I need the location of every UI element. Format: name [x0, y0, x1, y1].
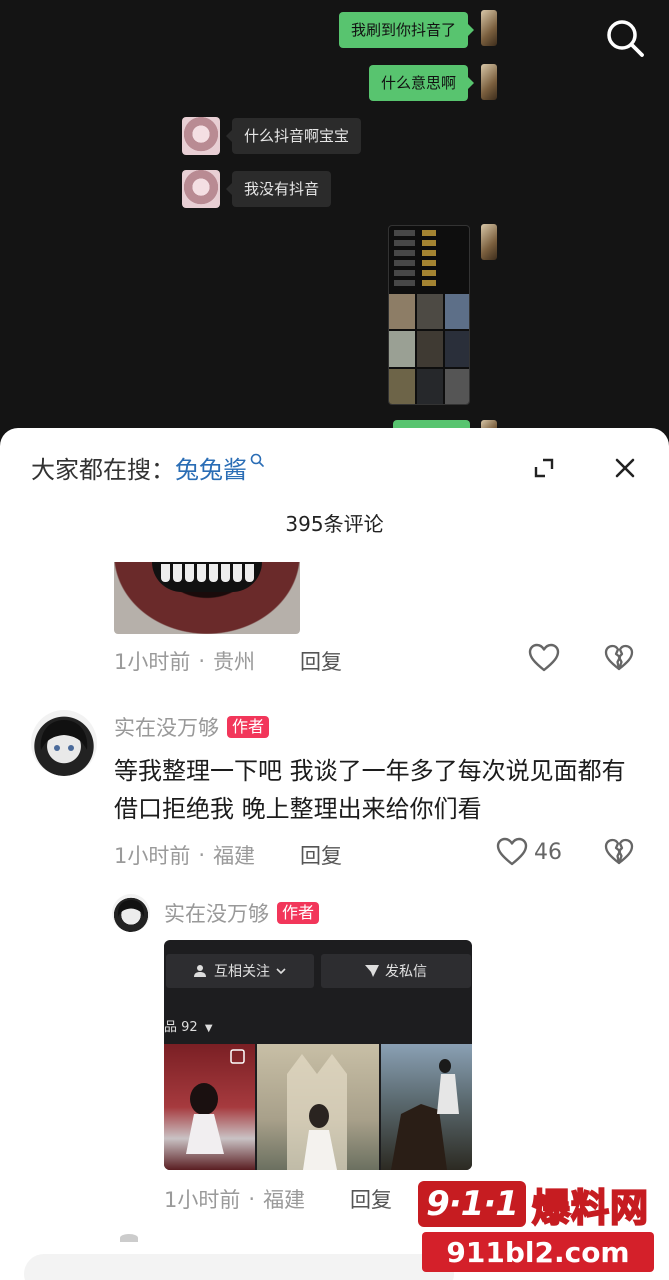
work-thumbnail	[381, 1044, 472, 1170]
chat-message-out[interactable]: 我刷到你抖音了	[338, 12, 475, 48]
user-icon	[194, 965, 206, 977]
comment-location: 福建	[213, 844, 256, 868]
dislike-button[interactable]	[604, 644, 634, 676]
chat-background: 我刷到你抖音了 什么意思啊 什么抖音啊宝宝 我没有抖音	[0, 0, 669, 440]
my-avatar[interactable]	[481, 10, 497, 46]
contact-avatar[interactable]	[182, 170, 220, 208]
heart-icon	[496, 837, 528, 866]
work-thumbnail	[257, 1044, 379, 1170]
comment-time: 1小时前	[114, 650, 191, 674]
mutual-follow-label: 互相关注	[214, 964, 270, 980]
trending-search-prefix: 大家都在搜：	[31, 455, 175, 484]
expand-icon	[534, 458, 554, 478]
trending-search-keyword[interactable]: 兔兔酱	[175, 450, 247, 485]
work-thumbnail	[164, 1044, 255, 1170]
like-button[interactable]	[528, 643, 560, 673]
my-avatar[interactable]	[481, 64, 497, 100]
comment-time: 1小时前	[164, 1188, 241, 1212]
like-button[interactable]: 46	[496, 837, 562, 867]
author-badge: 作者	[227, 716, 270, 738]
reply-author[interactable]: 实在没万够 作者	[164, 898, 320, 928]
watermark-title: 爆料网	[531, 1185, 650, 1231]
works-label: 品 92	[164, 1020, 198, 1035]
avatar[interactable]	[31, 710, 97, 776]
avatar-image	[40, 720, 88, 751]
comment-meta: 1小时前 · 贵州	[114, 646, 255, 676]
close-button[interactable]	[611, 454, 639, 482]
meta-separator: ·	[198, 649, 206, 673]
like-count: 46	[534, 839, 562, 865]
comment-meta: 1小时前 · 福建	[164, 1184, 305, 1214]
my-avatar[interactable]	[481, 224, 497, 260]
send-icon	[365, 965, 379, 977]
avatar[interactable]	[112, 894, 150, 932]
chat-image-message[interactable]	[388, 225, 470, 405]
chat-message-out[interactable]: 什么意思啊	[368, 65, 475, 101]
reply-button[interactable]: 回复	[300, 646, 342, 676]
broken-heart-icon	[604, 838, 634, 865]
comment-time: 1小时前	[114, 844, 191, 868]
author-badge: 作者	[277, 902, 320, 924]
trending-search[interactable]: 大家都在搜： 兔兔酱	[31, 450, 265, 484]
comment-author[interactable]: 实在没万够 作者	[114, 712, 270, 742]
meta-separator: ·	[248, 1187, 256, 1211]
reply-image[interactable]: 互相关注 发私信 品 92 ▼	[164, 940, 472, 1170]
comment-meta: 1小时前 · 福建	[114, 840, 255, 870]
close-icon	[615, 458, 635, 478]
comment-location: 贵州	[213, 650, 256, 674]
comment-input[interactable]	[24, 1254, 454, 1280]
comment-text: 等我整理一下吧 我谈了一年多了每次说见面都有借口拒绝我 晚上整理出来给你们看	[114, 757, 626, 823]
message-label: 发私信	[385, 964, 427, 980]
chevron-down-icon	[276, 968, 286, 975]
watermark-logo: 9·1·1	[418, 1181, 526, 1227]
message-button: 发私信	[321, 954, 471, 988]
comments-sheet: 大家都在搜： 兔兔酱 395条评论 1小时前 · 贵州 回复 实在没万够 作者 …	[0, 428, 669, 1280]
reply-button[interactable]: 回复	[350, 1184, 392, 1214]
comment-image[interactable]	[114, 562, 300, 634]
contact-avatar[interactable]	[182, 117, 220, 155]
watermark-url: 911bl2.com	[422, 1232, 654, 1272]
chat-message-in[interactable]: 我没有抖音	[225, 171, 332, 207]
dislike-button[interactable]	[604, 838, 634, 870]
avatar-image	[117, 900, 145, 917]
site-watermark: 9·1·1 爆料网 911bl2.com	[418, 1178, 658, 1274]
search-icon	[607, 20, 644, 57]
chat-message-in[interactable]: 什么抖音啊宝宝	[225, 118, 362, 154]
comment-count: 395条评论	[285, 512, 384, 536]
avatar	[120, 1234, 138, 1242]
works-count: 品 92 ▼	[164, 1020, 213, 1035]
mutual-follow-button: 互相关注	[166, 954, 314, 988]
comment-location: 福建	[263, 1188, 306, 1212]
search-icon	[250, 453, 264, 467]
broken-heart-icon	[604, 644, 634, 671]
reply-button[interactable]: 回复	[300, 840, 342, 870]
username[interactable]: 实在没万够	[114, 712, 219, 742]
meta-separator: ·	[198, 843, 206, 867]
expand-button[interactable]	[530, 454, 558, 482]
heart-icon	[528, 643, 560, 672]
username[interactable]: 实在没万够	[164, 898, 269, 928]
search-button[interactable]	[603, 16, 647, 60]
